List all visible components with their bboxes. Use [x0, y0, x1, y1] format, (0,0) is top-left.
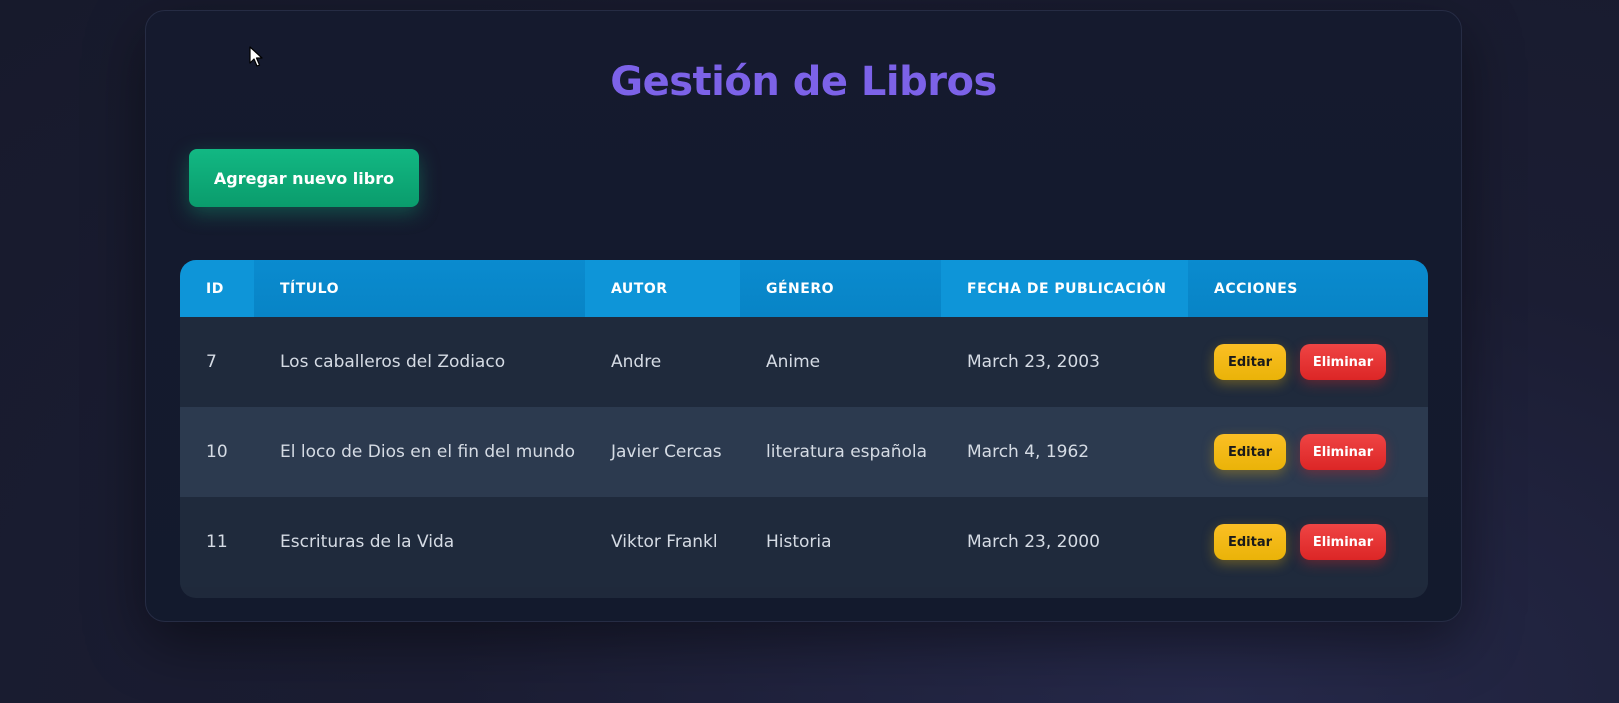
column-header-genero: GÉNERO	[740, 260, 941, 317]
cell-id: 11	[206, 532, 228, 552]
cell-fecha: March 23, 2000	[967, 532, 1100, 552]
column-header-titulo: TÍTULO	[254, 260, 585, 317]
table-row: 11 Escrituras de la Vida Viktor Frankl H…	[180, 497, 1428, 587]
cell-acciones: Editar Eliminar	[1188, 497, 1428, 587]
page-title: Gestión de Libros	[610, 59, 997, 105]
cell-id: 7	[206, 352, 217, 372]
edit-button[interactable]: Editar	[1214, 524, 1286, 560]
books-card: Gestión de Libros Agregar nuevo libro ID…	[145, 10, 1462, 622]
cell-fecha: March 4, 1962	[967, 442, 1090, 462]
cell-autor: Andre	[611, 352, 662, 372]
cell-autor: Viktor Frankl	[611, 532, 718, 552]
delete-button[interactable]: Eliminar	[1300, 524, 1386, 560]
table-header: ID TÍTULO AUTOR GÉNERO FECHA DE PUBLICAC…	[180, 260, 1428, 317]
cell-genero: literatura española	[766, 442, 928, 462]
column-header-id: ID	[180, 260, 254, 317]
cell-genero: Historia	[766, 532, 832, 552]
edit-button[interactable]: Editar	[1214, 344, 1286, 380]
delete-button[interactable]: Eliminar	[1300, 344, 1386, 380]
add-book-button[interactable]: Agregar nuevo libro	[189, 149, 419, 207]
column-header-acciones: ACCIONES	[1188, 260, 1428, 317]
table-body: 7 Los caballeros del Zodiaco Andre Anime…	[180, 317, 1428, 587]
books-table: ID TÍTULO AUTOR GÉNERO FECHA DE PUBLICAC…	[180, 260, 1428, 587]
cell-autor: Javier Cercas	[611, 442, 722, 462]
cell-acciones: Editar Eliminar	[1188, 317, 1428, 407]
table-row: 7 Los caballeros del Zodiaco Andre Anime…	[180, 317, 1428, 407]
column-header-autor: AUTOR	[585, 260, 740, 317]
cell-titulo: El loco de Dios en el fin del mundo	[280, 442, 576, 462]
table-row: 10 El loco de Dios en el fin del mundo J…	[180, 407, 1428, 497]
delete-button[interactable]: Eliminar	[1300, 434, 1386, 470]
cell-titulo: Los caballeros del Zodiaco	[280, 352, 506, 372]
cell-titulo: Escrituras de la Vida	[280, 532, 455, 552]
cell-id: 10	[206, 442, 228, 462]
column-header-fecha: FECHA DE PUBLICACIÓN	[941, 260, 1188, 317]
cell-acciones: Editar Eliminar	[1188, 407, 1428, 497]
books-table-container: ID TÍTULO AUTOR GÉNERO FECHA DE PUBLICAC…	[180, 260, 1428, 598]
mouse-pointer-icon	[249, 46, 263, 67]
edit-button[interactable]: Editar	[1214, 434, 1286, 470]
cell-genero: Anime	[766, 352, 821, 372]
cell-fecha: March 23, 2003	[967, 352, 1100, 372]
